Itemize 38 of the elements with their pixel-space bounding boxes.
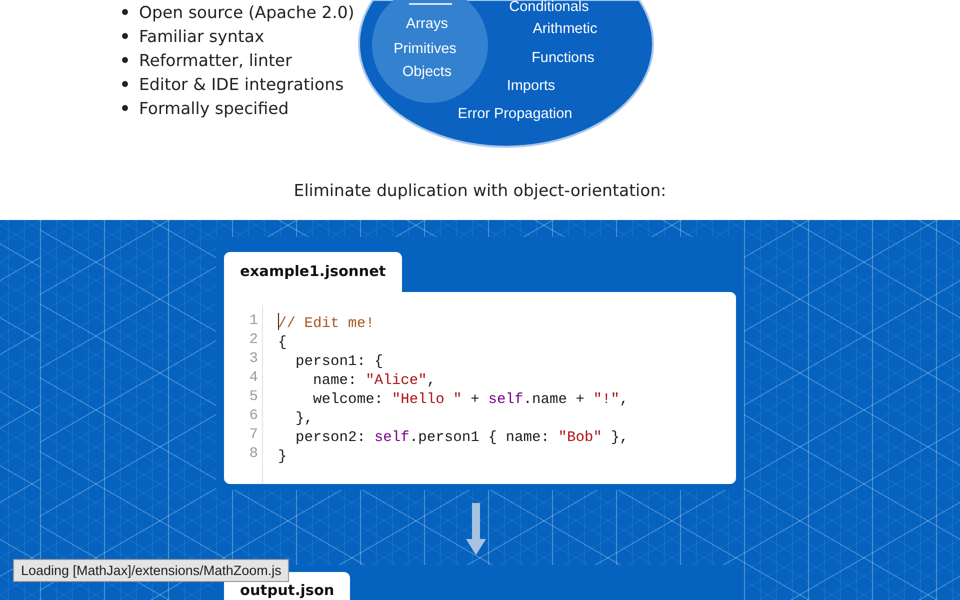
code-line: },	[294, 411, 314, 427]
line-number: 2	[248, 331, 258, 350]
bullet-icon	[122, 81, 128, 87]
outer-feature-label: Error Propagation	[458, 106, 572, 122]
down-arrow-icon	[466, 503, 486, 555]
inner-feature-label: Primitives	[394, 41, 456, 57]
line-number: 8	[248, 445, 258, 464]
loading-status-tooltip: Loading [MathJax]/extensions/MathZoom.js	[13, 559, 290, 582]
feature-item: Editor & IDE integrations	[139, 74, 344, 94]
section-heading: Eliminate duplication with object-orientation:	[294, 181, 666, 200]
line-number: 5	[248, 388, 258, 407]
outer-feature-label: Functions	[532, 50, 594, 66]
inner-feature-label: Arrays	[406, 16, 448, 32]
code-line: // Edit me!	[278, 316, 374, 332]
line-number: 4	[248, 369, 258, 388]
line-number: 7	[248, 426, 258, 445]
bullet-icon	[122, 105, 128, 111]
code-line: person2: self.person1 { name: "Bob" },	[294, 430, 628, 446]
bullet-icon	[122, 57, 128, 63]
bullet-icon	[122, 33, 128, 39]
feature-item: Open source (Apache 2.0)	[139, 2, 354, 22]
line-number: 6	[248, 407, 258, 426]
feature-item: Reformatter, linter	[139, 50, 292, 70]
file-tab[interactable]: example1.jsonnet	[224, 252, 402, 292]
outer-feature-label: Conditionals	[509, 0, 589, 15]
code-line: }	[278, 449, 287, 465]
code-line: name: "Alice",	[312, 373, 436, 389]
outer-feature-label: Imports	[506, 78, 556, 94]
line-number: 3	[248, 350, 258, 369]
outer-feature-label: Arithmetic	[532, 21, 598, 37]
feature-item: Formally specified	[139, 98, 289, 118]
line-number: 1	[248, 312, 258, 331]
code-line: welcome: "Hello " + self.name + "!",	[312, 392, 628, 408]
inner-feature-label: Objects	[402, 64, 452, 80]
bullet-icon	[122, 9, 128, 15]
code-line: {	[278, 335, 287, 351]
feature-item: Familiar syntax	[139, 26, 264, 46]
code-line: person1: {	[294, 354, 384, 370]
